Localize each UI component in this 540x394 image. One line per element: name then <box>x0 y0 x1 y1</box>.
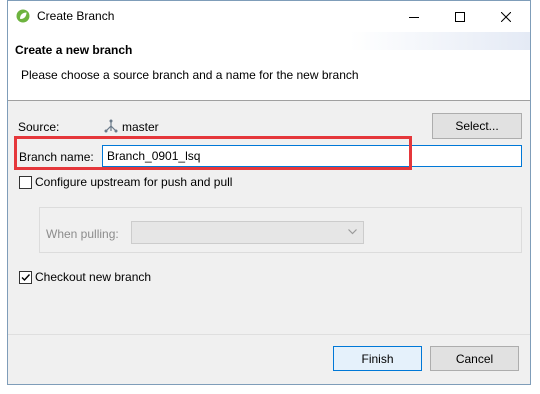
minimize-icon <box>409 16 419 18</box>
checkmark-icon <box>21 274 31 282</box>
window-title: Create Branch <box>37 9 115 23</box>
maximize-icon <box>455 11 465 22</box>
branch-name-input[interactable] <box>102 145 522 167</box>
header-title: Create a new branch <box>15 43 133 57</box>
configure-upstream-checkbox[interactable] <box>19 176 32 189</box>
checkout-branch-label[interactable]: Checkout new branch <box>35 270 151 284</box>
source-label: Source: <box>18 120 60 134</box>
branch-icon <box>104 119 118 133</box>
minimize-button[interactable] <box>391 1 437 32</box>
when-pulling-select <box>131 221 364 244</box>
close-icon <box>501 11 511 22</box>
cancel-button[interactable]: Cancel <box>430 346 519 371</box>
spring-leaf-icon <box>16 9 30 23</box>
maximize-button[interactable] <box>437 1 483 32</box>
dialog-header: Create a new branch Please choose a sour… <box>8 32 530 101</box>
create-branch-dialog: Create Branch Create a new branch Please… <box>7 0 531 385</box>
title-bar: Create Branch <box>8 1 530 32</box>
when-pulling-label: When pulling: <box>46 227 119 241</box>
select-source-button[interactable]: Select... <box>432 113 522 139</box>
header-decoration <box>350 32 530 50</box>
branch-name-label: Branch name: <box>19 150 94 164</box>
configure-upstream-label[interactable]: Configure upstream for push and pull <box>35 175 232 189</box>
source-branch-value: master <box>122 120 159 134</box>
checkout-branch-checkbox[interactable] <box>19 271 32 284</box>
chevron-down-icon <box>348 229 357 235</box>
header-description: Please choose a source branch and a name… <box>21 68 359 82</box>
footer-divider <box>8 334 530 335</box>
close-button[interactable] <box>483 1 529 32</box>
finish-button[interactable]: Finish <box>333 346 422 371</box>
